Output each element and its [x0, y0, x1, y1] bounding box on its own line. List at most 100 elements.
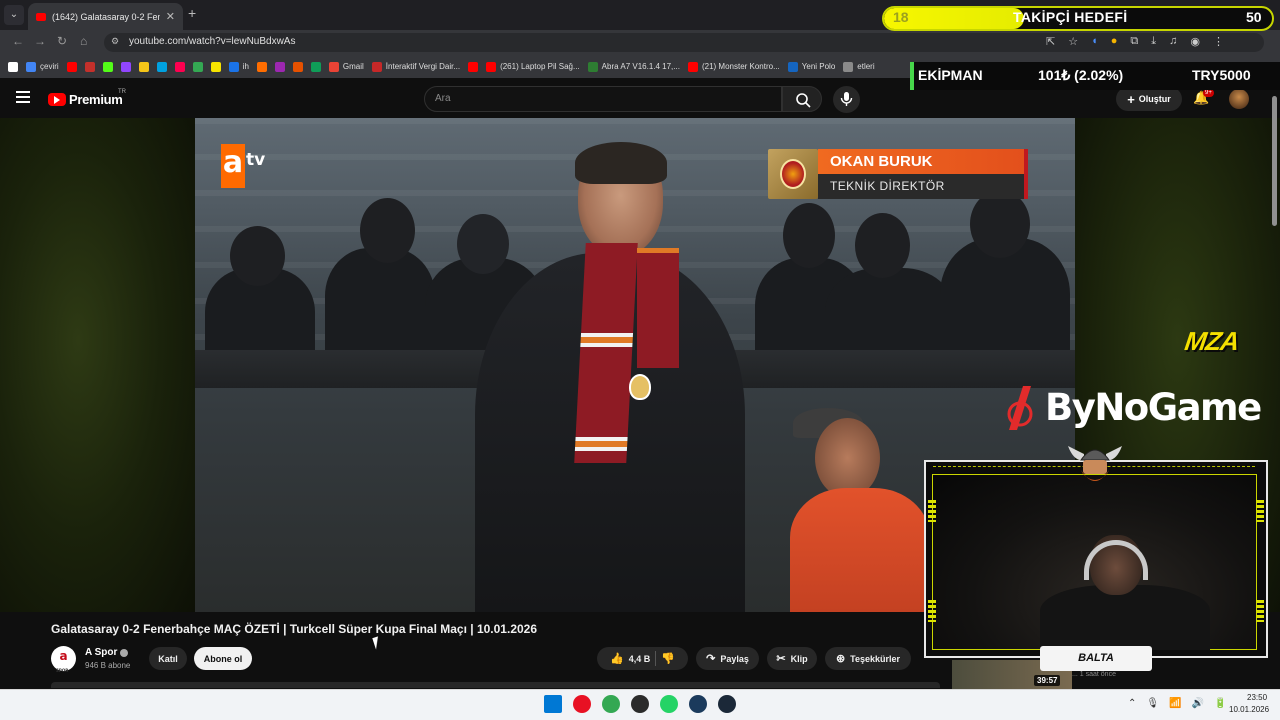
app-blue-icon[interactable] [689, 695, 707, 713]
profile-avatar-icon[interactable]: ◉ [1190, 35, 1200, 48]
next-video-duration: 39:57 [1034, 675, 1061, 686]
channel-avatar[interactable]: a SPOR [51, 646, 76, 673]
bookmark-item[interactable] [192, 61, 203, 72]
bookmark-item[interactable]: İnteraktif Vergi Dair... [371, 61, 461, 72]
description-box[interactable] [51, 682, 940, 688]
follower-goal-current: 18 [893, 9, 909, 25]
app-red-icon[interactable] [573, 695, 591, 713]
bookmark-item[interactable] [156, 61, 167, 72]
battery-icon[interactable]: 🔋 [1214, 698, 1226, 709]
thumbs-down-icon[interactable]: 👎 [661, 652, 675, 665]
bookmark-favicon-icon [292, 61, 303, 72]
chrome-icon[interactable] [602, 695, 620, 713]
windows-start-icon[interactable] [544, 695, 562, 713]
bookmark-item[interactable] [292, 61, 303, 72]
bookmark-item[interactable] [8, 61, 18, 72]
bookmark-item[interactable] [210, 61, 221, 72]
bookmark-label: İnteraktif Vergi Dair... [385, 62, 461, 71]
extension-yellow-icon[interactable]: ● [1111, 35, 1118, 48]
bookmark-item[interactable] [174, 61, 185, 72]
extensions-puzzle-icon[interactable]: ⧉ [1130, 35, 1138, 48]
reload-icon[interactable]: ↻ [57, 34, 67, 48]
bookmark-item[interactable] [310, 61, 321, 72]
bookmark-item[interactable] [102, 61, 113, 72]
clock-date[interactable]: 10.01.2026 [1229, 705, 1269, 714]
share-button[interactable]: ↷ Paylaş [696, 647, 759, 670]
bookmark-item[interactable] [274, 61, 285, 72]
broadcaster-logo: a tv [221, 144, 269, 188]
search-button[interactable] [782, 86, 822, 112]
search-input[interactable]: Ara [424, 86, 782, 112]
create-button[interactable]: + Oluştur [1116, 87, 1182, 111]
system-tray: ⌃ 🎙 📶 🔊 🔋 [1128, 698, 1226, 709]
like-count[interactable]: 4,4 B [629, 654, 651, 664]
microphone-tray-icon[interactable]: 🎙 [1146, 698, 1159, 709]
tab-youtube[interactable]: (1642) Galatasaray 0-2 Fenerbahçe ✕ [28, 3, 183, 30]
lower-third: OKAN BURUK TEKNİK DİREKTÖR [768, 149, 1030, 199]
broadcaster-logo-tv: tv [246, 150, 266, 170]
open-in-app-icon[interactable]: ⇱ [1046, 35, 1055, 48]
bookmark-favicon-icon [26, 61, 36, 72]
whatsapp-icon[interactable] [660, 695, 678, 713]
thanks-button[interactable]: ⊛ Teşekkürler [825, 647, 911, 670]
forward-arrow-icon[interactable]: → [34, 34, 46, 48]
bookmark-favicon-icon [84, 61, 95, 72]
account-avatar[interactable] [1229, 89, 1249, 109]
channel-name[interactable]: A Spor [85, 647, 117, 658]
bookmark-item[interactable] [84, 61, 95, 72]
home-icon[interactable]: ⌂ [80, 34, 87, 48]
bookmark-item[interactable] [468, 61, 479, 72]
bookmark-favicon-icon [310, 61, 321, 72]
bookmark-item[interactable] [138, 61, 149, 72]
streamer-body [1040, 585, 1210, 650]
bookmark-favicon-icon [468, 61, 479, 72]
follower-goal-title: TAKİPÇİ HEDEFİ [1013, 9, 1128, 25]
volume-icon[interactable]: 🔊 [1192, 698, 1204, 709]
mouse-cursor-icon [372, 636, 382, 650]
url-text[interactable]: youtube.com/watch?v=lewNuBdxwAs [129, 36, 295, 47]
downloads-icon[interactable]: ⤓ [1151, 35, 1156, 48]
scrollbar-thumb[interactable] [1272, 96, 1277, 226]
chevron-up-icon[interactable]: ⌃ [1128, 698, 1136, 709]
bookmark-item[interactable]: Yeni Polo [787, 61, 835, 72]
tab-search-button[interactable]: ⌄ [4, 5, 24, 25]
share-arrow-icon: ↷ [706, 653, 716, 665]
join-button[interactable]: Katıl [149, 647, 187, 670]
share-label: Paylaş [720, 653, 749, 664]
bookmark-item[interactable]: ih [228, 61, 249, 72]
bookmark-item[interactable] [120, 61, 131, 72]
tab-close-icon[interactable]: ✕ [166, 10, 175, 23]
extension-blue-icon[interactable]: ◖ [1091, 35, 1098, 48]
bookmark-item[interactable]: (21) Monster Kontro... [687, 61, 780, 72]
clip-button[interactable]: ✂ Klip [767, 647, 817, 670]
bookmark-star-icon[interactable]: ☆ [1068, 35, 1078, 48]
new-tab-button[interactable]: + [188, 5, 196, 21]
bookmark-item[interactable]: çeviri [26, 61, 59, 72]
back-arrow-icon[interactable]: ← [12, 34, 24, 48]
wifi-icon[interactable]: 📶 [1169, 698, 1181, 709]
app-dark-icon[interactable] [631, 695, 649, 713]
bookmark-item[interactable]: (261) Laptop Pil Sağ... [486, 61, 580, 72]
site-info-icon[interactable]: ⚙ [111, 36, 123, 48]
menu-icon[interactable] [16, 91, 30, 106]
clock-time[interactable]: 23:50 [1247, 693, 1267, 702]
premium-wordmark[interactable]: Premium [69, 92, 123, 107]
thumbs-up-icon[interactable]: 👍 [610, 652, 624, 665]
bookmark-item[interactable] [66, 61, 77, 72]
steam-icon[interactable] [718, 695, 736, 713]
subscribe-button[interactable]: Abone ol [194, 647, 252, 670]
play-triangle-icon [54, 96, 60, 104]
donation-ticker: EKİPMAN 101₺ (2.02%) TRY5000 [910, 62, 1280, 90]
bookmark-item[interactable] [256, 61, 267, 72]
chrome-menu-icon[interactable]: ⋮ [1213, 35, 1224, 48]
plus-icon: + [1127, 91, 1135, 107]
bookmark-favicon-icon [687, 61, 698, 72]
video-title: Galatasaray 0-2 Fenerbahçe MAÇ ÖZETİ | T… [51, 622, 538, 636]
lower-third-name: OKAN BURUK [818, 149, 1024, 174]
ambient-left [0, 118, 195, 612]
bookmark-item[interactable]: etleri [843, 61, 875, 72]
bookmark-item[interactable]: Abra A7 V16.1.4 17,... [587, 61, 680, 72]
voice-search-button[interactable] [833, 86, 860, 113]
media-controls-icon[interactable]: ♫ [1169, 35, 1177, 48]
bookmark-item[interactable]: Gmail [328, 61, 364, 72]
